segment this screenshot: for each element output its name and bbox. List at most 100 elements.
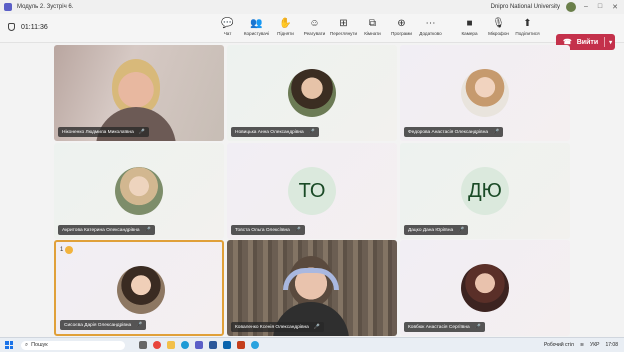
minimize-icon[interactable]: –	[584, 3, 588, 11]
window-titlebar: Модуль 2. Зустріч 6. Dnipro National Uni…	[0, 0, 624, 14]
taskbar-search[interactable]: ⌕ Пошук	[21, 340, 125, 350]
participant-name: Дацко Дана Юріївна	[408, 227, 454, 233]
windows-start-icon[interactable]	[5, 341, 13, 349]
participant-tile[interactable]: ТО Товста Ольга Олексіївна 🎤	[227, 143, 397, 239]
participant-name-label: Дацко Дана Юріївна 🎤	[404, 225, 469, 235]
taskbar-search-label: Пошук	[31, 342, 48, 348]
participant-name: Ніконенко Людмила Миколаївна	[62, 129, 134, 135]
raised-hand-icon	[65, 246, 74, 254]
participant-tile[interactable]: Ковбюк Анастасія Сергіївна 🎤	[400, 240, 570, 336]
chevron-down-icon[interactable]: ▾	[609, 39, 612, 46]
microphone-muted-icon: 🎤	[474, 324, 481, 330]
outlook-icon[interactable]	[223, 341, 231, 349]
meeting-controls-bar: 01:11:36 💬 Чат 👥 Користувачі ✋ Підняти ☺ Реагув…	[0, 14, 624, 50]
participant-tile[interactable]: Коваленко Ксенія Олександрівна 🎤	[227, 240, 397, 336]
word-icon[interactable]	[209, 341, 217, 349]
toolbar-button-view[interactable]: ⊞ Переглянути	[329, 17, 358, 37]
account-avatar[interactable]	[565, 2, 576, 12]
close-icon[interactable]: ✕	[612, 3, 618, 11]
microphone-muted-icon: 🎤	[308, 129, 315, 135]
participant-name-label: Ковбюк Анастасія Сергіївна 🎤	[404, 322, 485, 332]
file-explorer-icon[interactable]	[167, 341, 175, 349]
toolbar-button-people[interactable]: 👥 Користувачі	[242, 17, 271, 37]
raised-hand-indicator: 1	[60, 246, 74, 254]
teams-app-icon	[4, 3, 12, 11]
toolbar-button-label: Програми	[391, 31, 412, 36]
chrome-icon[interactable]	[153, 341, 161, 349]
participant-avatar	[461, 69, 509, 117]
microphone-icon: 🎙	[492, 17, 505, 29]
participant-name-label: Акритова Катерина Олександрівна 🎤	[58, 225, 155, 235]
participant-tile[interactable]: ДЮ Дацко Дана Юріївна 🎤	[400, 143, 570, 239]
toolbar-button-label: Додатково	[419, 31, 442, 36]
chat-icon: 💬	[221, 17, 234, 29]
toolbar-button-label: Кімнати	[364, 31, 381, 36]
toolbar-button-microphone[interactable]: 🎙 Мікрофон	[484, 17, 513, 37]
participant-name: Товста Ольга Олексіївна	[235, 227, 290, 233]
telegram-icon[interactable]	[251, 341, 259, 349]
participant-name-label: Товста Ольга Олексіївна 🎤	[231, 225, 306, 235]
toolbar-button-label: Камера	[461, 31, 478, 36]
clock[interactable]: 17:08	[605, 342, 618, 348]
participant-tile[interactable]: Акритова Катерина Олександрівна 🎤	[54, 143, 224, 239]
teams-taskbar-icon[interactable]	[195, 341, 203, 349]
apps-icon: ⊕	[397, 17, 406, 29]
raise-hand-icon: ✋	[279, 17, 292, 29]
powerpoint-icon[interactable]	[237, 341, 245, 349]
share-icon: ⬆	[523, 17, 532, 29]
participant-name-label: Сисоєва Дарія Олександрівна 🎤	[60, 320, 147, 330]
participant-avatar: ДЮ	[461, 167, 509, 215]
edge-icon[interactable]	[181, 341, 189, 349]
toolbar-button-raise-hand[interactable]: ✋ Підняти	[271, 17, 300, 37]
microphone-muted-icon: 🎤	[138, 129, 145, 135]
show-desktop-label[interactable]: Робочий стіл	[544, 342, 574, 348]
participant-name: Сисоєва Дарія Олександрівна	[64, 322, 132, 328]
participant-avatar	[288, 69, 336, 117]
microphone-muted-icon: 🎤	[144, 227, 151, 233]
participant-tile[interactable]: Федорова Анастасія Олександрівна 🎤	[400, 45, 570, 141]
participant-name: Ковбюк Анастасія Сергіївна	[408, 324, 470, 330]
toolbar-button-label: Користувачі	[243, 31, 270, 36]
toolbar-button-more[interactable]: ⋯ Додатково	[416, 17, 445, 37]
participant-name: Федорова Анастасія Олександрівна	[408, 129, 489, 135]
taskbar-apps	[139, 341, 259, 349]
participant-avatar	[461, 264, 509, 312]
meeting-elapsed-time: 01:11:36	[21, 23, 48, 31]
participant-avatar	[115, 167, 163, 215]
participant-name: Акритова Катерина Олександрівна	[62, 227, 140, 233]
toolbar-button-rooms[interactable]: ⧉ Кімнати	[358, 17, 387, 37]
toolbar-button-share[interactable]: ⬆ Поділитися	[513, 17, 542, 37]
task-view-icon[interactable]	[139, 341, 147, 349]
maximize-icon[interactable]: □	[598, 3, 602, 11]
toolbar-button-camera[interactable]: ■ Камера	[455, 17, 484, 37]
more-icon: ⋯	[425, 17, 436, 29]
toolbar-button-chat[interactable]: 💬 Чат	[213, 17, 242, 37]
participant-name: Новицька Анна Олександрівна	[235, 129, 304, 135]
view-icon: ⊞	[339, 17, 348, 29]
camera-icon: ■	[466, 17, 473, 29]
leave-label: Вийти	[576, 38, 599, 46]
microphone-muted-icon: 🎤	[136, 322, 143, 328]
toolbar-button-apps[interactable]: ⊕ Програми	[387, 17, 416, 37]
participant-avatar: ТО	[288, 167, 336, 215]
search-icon: ⌕	[25, 341, 29, 348]
toolbar-button-react[interactable]: ☺ Реагувати	[300, 17, 329, 37]
raised-hand-order: 1	[60, 247, 64, 253]
toolbar-button-label: Переглянути	[329, 31, 358, 36]
participant-name-label: Новицька Анна Олександрівна 🎤	[231, 127, 319, 137]
participant-tile[interactable]: Ніконенко Людмила Миколаївна 🎤	[54, 45, 224, 141]
participant-tile[interactable]: 1 Сисоєва Дарія Олександрівна 🎤	[54, 240, 224, 336]
participant-name-label: Коваленко Ксенія Олександрівна 🎤	[231, 322, 325, 332]
microphone-muted-icon: 🎤	[294, 227, 302, 233]
wifi-icon[interactable]: ≋	[580, 342, 584, 348]
participant-tile[interactable]: Новицька Анна Олександрівна 🎤	[227, 45, 397, 141]
toolbar-button-label: Поділитися	[515, 31, 540, 36]
participant-name: Коваленко Ксенія Олександрівна	[235, 324, 309, 330]
participant-avatar	[117, 266, 165, 314]
toolbar-button-label: Мікрофон	[488, 31, 509, 36]
rooms-icon: ⧉	[368, 17, 377, 29]
microphone-muted-icon: 🎤	[313, 324, 321, 330]
toolbar-button-label: Чат	[223, 31, 232, 36]
language-indicator[interactable]: УКР	[590, 342, 599, 348]
people-icon: 👥	[250, 17, 263, 29]
